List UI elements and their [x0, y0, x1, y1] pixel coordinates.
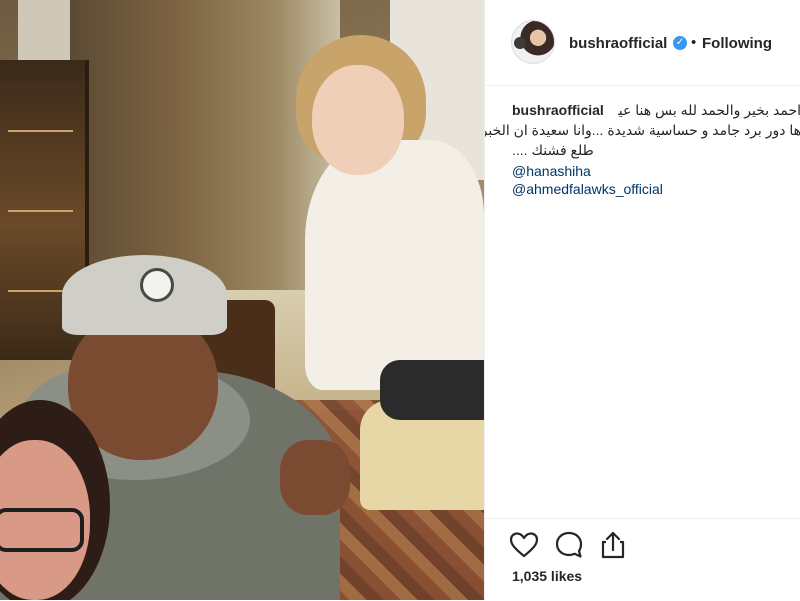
- share-icon[interactable]: [597, 529, 629, 561]
- caption-text-1: احمد بخير والحمد لله بس هنا عيانة و: [618, 102, 800, 118]
- microphone-icon: [514, 37, 526, 49]
- post-actions: 1,035 likes: [485, 518, 800, 601]
- verified-badge-icon: ✓: [673, 36, 687, 50]
- post-photo[interactable]: [0, 0, 484, 600]
- woman-sweater: [305, 140, 484, 390]
- woman2-glasses: [0, 508, 84, 552]
- woman-legs: [380, 360, 484, 420]
- caption-username[interactable]: bushraofficial: [512, 102, 604, 118]
- caption-line-1: bushraofficial: [512, 100, 604, 120]
- post-header: bushraofficial ✓ • Following: [485, 0, 800, 86]
- caption-text-2: ها دور برد جامد و حساسية شديدة ...وانا س…: [485, 122, 800, 138]
- avatar[interactable]: [511, 20, 555, 64]
- mention-link[interactable]: @hanashiha: [512, 163, 591, 179]
- cabinet-shelf: [8, 210, 73, 212]
- comment-icon[interactable]: [553, 529, 585, 561]
- mention-link[interactable]: @ahmedfalawks_official: [512, 181, 663, 197]
- caption-text-3: طلع فشنك ....: [512, 142, 594, 158]
- woman-face: [312, 65, 404, 175]
- likes-count[interactable]: 1,035 likes: [512, 568, 582, 584]
- following-button[interactable]: Following: [702, 35, 772, 52]
- heart-icon[interactable]: [508, 529, 540, 561]
- post-username[interactable]: bushraofficial: [569, 35, 667, 52]
- cabinet-shelf: [8, 130, 73, 132]
- man-hand: [280, 440, 350, 515]
- separator-dot: •: [691, 34, 697, 51]
- cap-logo: [140, 268, 174, 302]
- photo-doorway: [70, 0, 340, 300]
- post-sidebar: bushraofficial ✓ • Following bushraoffic…: [484, 0, 800, 600]
- post-caption: bushraofficial احمد بخير والحمد لله بس ه…: [485, 100, 800, 210]
